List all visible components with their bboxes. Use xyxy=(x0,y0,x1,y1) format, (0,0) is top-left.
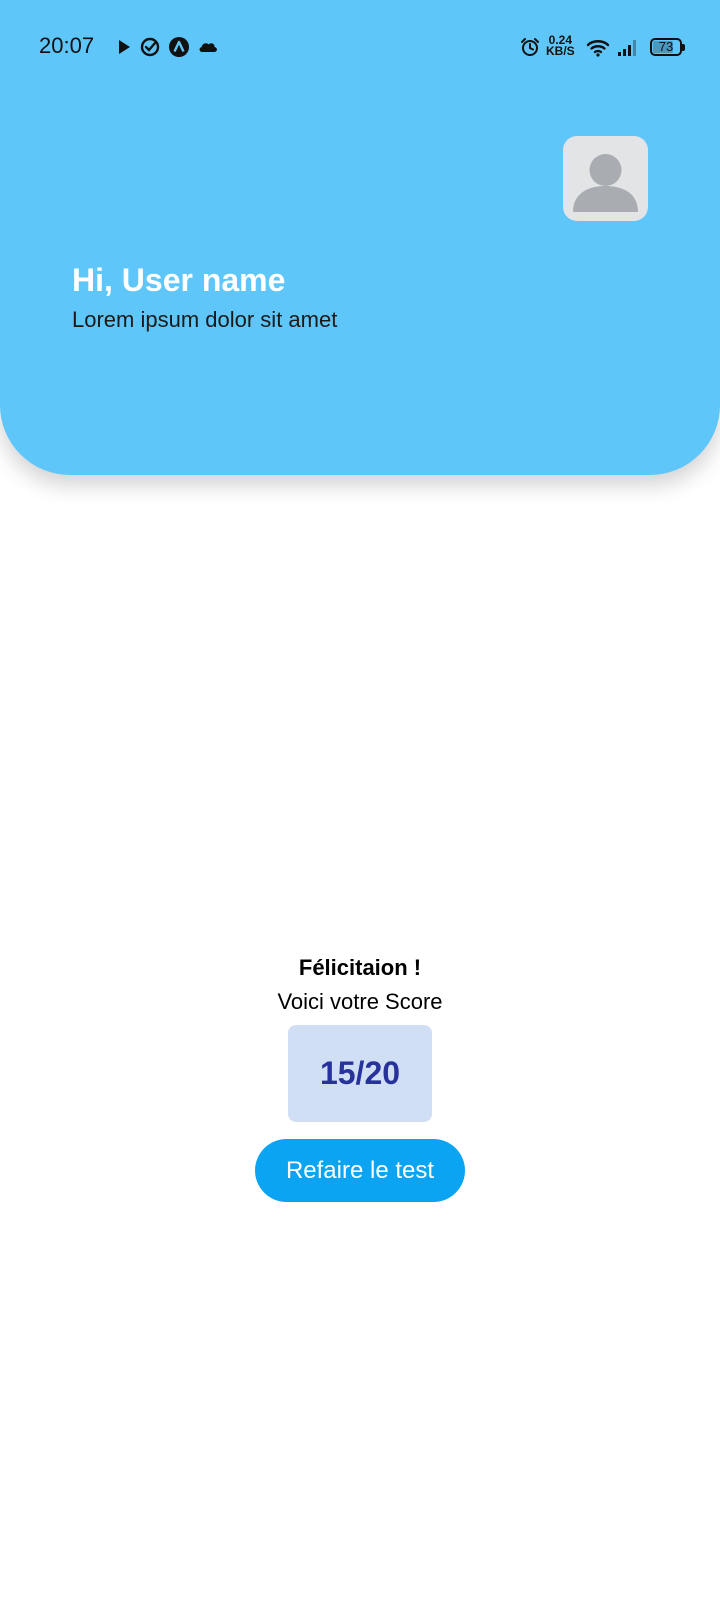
retake-test-button[interactable]: Refaire le test xyxy=(255,1139,465,1202)
check-circle-icon xyxy=(140,37,160,57)
alarm-icon xyxy=(521,38,539,56)
status-time: 20:07 xyxy=(39,33,95,58)
greeting-subtitle: Lorem ipsum dolor sit amet xyxy=(72,307,338,332)
app-a-icon xyxy=(169,37,189,57)
result-panel: Félicitaion ! Voici votre Score 15/20 Re… xyxy=(0,953,720,1202)
score-box: 15/20 xyxy=(288,1025,432,1122)
user-avatar-icon xyxy=(573,154,638,212)
play-icon xyxy=(119,40,130,54)
congrats-title: Félicitaion ! xyxy=(298,955,422,980)
battery-icon: 73 xyxy=(650,38,685,56)
greeting-title: Hi, User name xyxy=(72,262,286,298)
network-speed: 0.24 KB/S xyxy=(546,34,575,58)
status-bar: 20:07 0.24 KB/S 73 xyxy=(0,0,720,94)
user-avatar[interactable] xyxy=(563,136,648,221)
header-banner: 20:07 0.24 KB/S 73 Hi, User name Lorem i… xyxy=(0,0,720,475)
score-label: Voici votre Score xyxy=(277,989,443,1014)
signal-icon xyxy=(618,40,636,56)
network-speed-unit: KB/S xyxy=(546,44,575,58)
wifi-icon xyxy=(586,40,610,57)
score-value: 15/20 xyxy=(319,1055,401,1091)
cloud-icon xyxy=(199,43,217,52)
battery-percent: 73 xyxy=(658,39,674,54)
retake-test-label: Refaire le test xyxy=(285,1156,435,1184)
